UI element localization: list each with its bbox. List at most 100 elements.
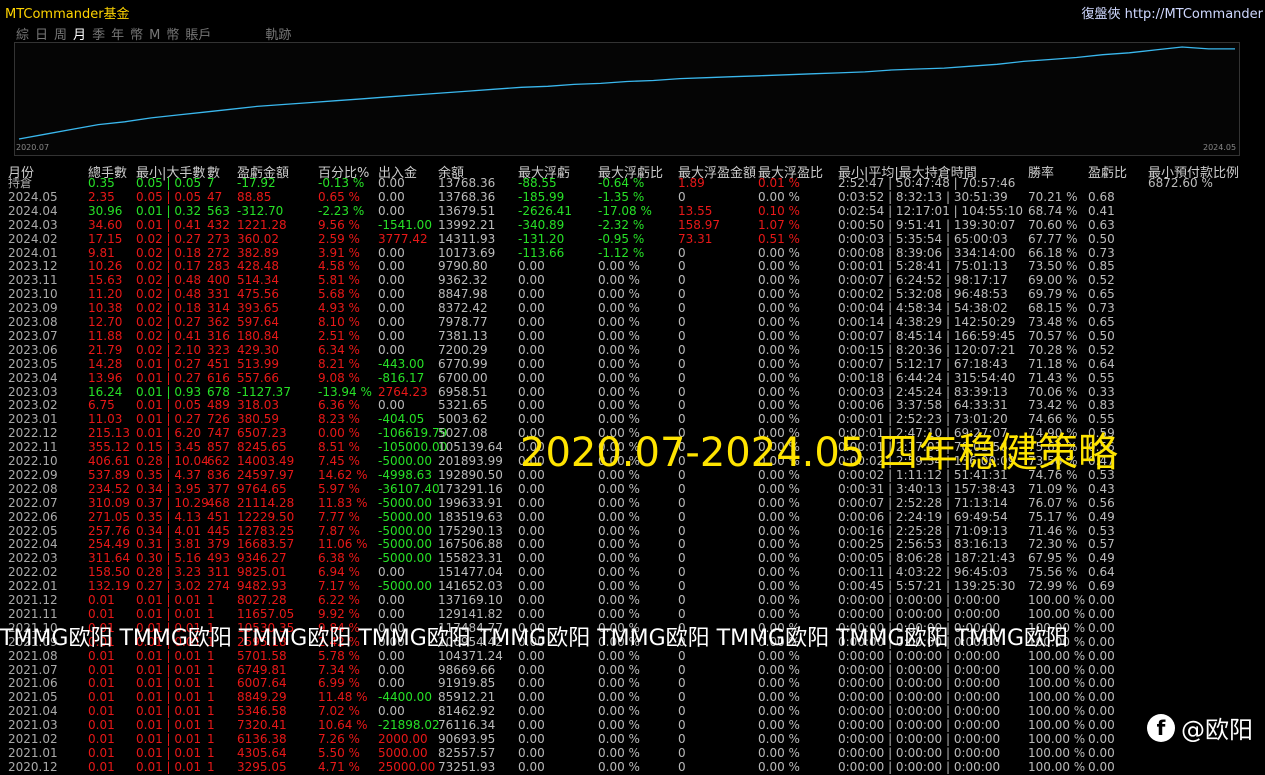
cell: 0 bbox=[678, 593, 686, 607]
cell: 0.00 % bbox=[758, 690, 800, 705]
cell: 0.00 % bbox=[758, 704, 800, 719]
cell: -2.32 % bbox=[598, 217, 645, 232]
cell: 75.17 % bbox=[1028, 509, 1078, 524]
cell: 0.00 bbox=[1088, 759, 1115, 774]
cell: 151477.04 bbox=[438, 565, 503, 580]
cell: 0:00:25 | 2:56:53 | 83:16:13 bbox=[838, 537, 1008, 552]
cell: 2023.10 bbox=[8, 287, 58, 302]
cell: 30.96 bbox=[88, 203, 123, 218]
table-row: 2024.02 17.15 0.02 | 0.27 273 360.02 2.59 % 37… bbox=[0, 232, 1265, 246]
cell: 0.00 % bbox=[758, 481, 800, 496]
cell: 70.06 % bbox=[1028, 384, 1078, 399]
cell: 0 bbox=[678, 398, 686, 413]
cell: 6.99 % bbox=[318, 676, 360, 691]
cell: 393.65 bbox=[237, 301, 279, 316]
cell: 0:00:00 | 0:00:00 | 0:00:00 bbox=[838, 759, 1001, 774]
cell: 192890.50 bbox=[438, 467, 503, 482]
cell: -2.23 % bbox=[318, 203, 365, 218]
cell: 4305.64 bbox=[237, 745, 287, 760]
cell: 311.64 bbox=[88, 551, 130, 566]
cell: 2022.04 bbox=[8, 537, 58, 552]
cell: 429.30 bbox=[237, 342, 279, 357]
watermark-overlay: TMMG欧阳 TMMG欧阳 TMMG欧阳 TMMG欧阳 TMMG欧阳 TMMG欧… bbox=[0, 626, 1068, 651]
cell: 1 bbox=[207, 759, 215, 774]
cell: 2021.01 bbox=[8, 745, 58, 760]
cell: 0 bbox=[678, 384, 686, 399]
table-row: 2023.09 10.38 0.02 | 0.18 314 393.65 4.93 % 0.… bbox=[0, 301, 1265, 315]
table-row: 2021.04 0.01 0.01 | 0.01 1 5346.58 7.02 % 0.00… bbox=[0, 704, 1265, 718]
cell: 0.43 bbox=[1088, 481, 1115, 496]
cell: 0.68 bbox=[1088, 189, 1115, 204]
cell: 47 bbox=[207, 189, 223, 204]
cell: 68.74 % bbox=[1028, 203, 1078, 218]
cell: 0.00 bbox=[378, 704, 405, 719]
cell: 0 bbox=[678, 745, 686, 760]
cell: 0:00:06 | 3:37:58 | 64:33:31 bbox=[838, 398, 1008, 413]
tab-7[interactable]: M bbox=[149, 28, 160, 43]
cell: 0.52 bbox=[1088, 273, 1115, 288]
cell: 2024.02 bbox=[8, 231, 58, 246]
tab-9[interactable]: 賬戶 bbox=[185, 28, 211, 43]
cell: 0.01 bbox=[88, 676, 115, 691]
cell: 513.99 bbox=[237, 356, 279, 371]
cell: 0.00 bbox=[378, 189, 405, 204]
tab-6[interactable]: 幣 bbox=[130, 28, 143, 43]
cell: 0:00:07 | 2:52:28 | 71:13:14 bbox=[838, 495, 1008, 510]
cell: 0 bbox=[678, 259, 686, 274]
cell: 0:00:04 | 4:58:34 | 54:38:02 bbox=[838, 301, 1008, 316]
cell: 0.00 % bbox=[598, 662, 640, 677]
cell: 2021.11 bbox=[8, 606, 58, 621]
cell: 0 bbox=[678, 189, 686, 204]
tab-1[interactable]: 日 bbox=[35, 28, 48, 43]
cell: 0.00 % bbox=[758, 273, 800, 288]
cell: 2024.04 bbox=[8, 203, 58, 218]
cell: 0.00 % bbox=[598, 287, 640, 302]
tab-10[interactable]: 軌跡 bbox=[265, 28, 291, 43]
tab-4[interactable]: 季 bbox=[92, 28, 105, 43]
tab-2[interactable]: 周 bbox=[54, 28, 67, 43]
table-row: 2022.06 271.05 0.35 | 4.13 451 12229.50 7.77 … bbox=[0, 510, 1265, 524]
cell: 2000.00 bbox=[378, 732, 428, 746]
cell: 21.79 bbox=[88, 342, 123, 357]
cell: 167506.88 bbox=[438, 537, 503, 552]
cell: 69.00 % bbox=[1028, 273, 1078, 288]
cell: 2023.11 bbox=[8, 273, 58, 288]
cell: 69.79 % bbox=[1028, 287, 1078, 302]
cell: 25000.00 bbox=[378, 759, 436, 774]
cell: 2021.12 bbox=[8, 593, 58, 607]
cell: 12783.25 bbox=[237, 523, 295, 538]
cell: 0.00 % bbox=[758, 356, 800, 371]
cell: -185.99 bbox=[518, 189, 565, 204]
cell: 16.24 bbox=[88, 384, 123, 399]
cell: -21898.02 bbox=[378, 718, 440, 733]
cell: 0 bbox=[678, 356, 686, 371]
cell: 0.85 bbox=[1088, 259, 1115, 274]
cell: 199633.91 bbox=[438, 495, 503, 510]
tab-5[interactable]: 年 bbox=[111, 28, 124, 43]
cell: 0.01 | 0.01 bbox=[136, 759, 202, 774]
cell: 1 bbox=[207, 593, 215, 607]
cell: 0.00 bbox=[1088, 606, 1115, 621]
cell: 400 bbox=[207, 273, 230, 288]
cell: 0.01 | 0.01 bbox=[136, 704, 202, 719]
cell: -131.20 bbox=[518, 231, 565, 246]
tab-8[interactable]: 幣 bbox=[166, 28, 179, 43]
cell: -88.55 bbox=[518, 176, 557, 190]
cell: 8372.42 bbox=[438, 301, 488, 316]
cell: 67.77 % bbox=[1028, 231, 1078, 246]
tab-3[interactable]: 月 bbox=[73, 28, 86, 43]
cell: 5003.62 bbox=[438, 412, 488, 427]
cell: 8.21 % bbox=[318, 356, 360, 371]
cell: 70.60 % bbox=[1028, 217, 1078, 232]
cell: 71.09 % bbox=[1028, 481, 1078, 496]
tab-0[interactable]: 綜 bbox=[16, 28, 29, 43]
cell: 0.01 bbox=[88, 704, 115, 719]
cell: 0.00 % bbox=[598, 537, 640, 552]
cell: 0.00 bbox=[378, 245, 405, 260]
cell: 2023.05 bbox=[8, 356, 58, 371]
cell: 0 bbox=[678, 606, 686, 621]
cell: 0.00 % bbox=[598, 481, 640, 496]
cell: 0:00:00 | 0:00:00 | 0:00:00 bbox=[838, 676, 1001, 691]
cell: 0.00 % bbox=[758, 328, 800, 343]
cell: 0.00 bbox=[518, 398, 545, 413]
